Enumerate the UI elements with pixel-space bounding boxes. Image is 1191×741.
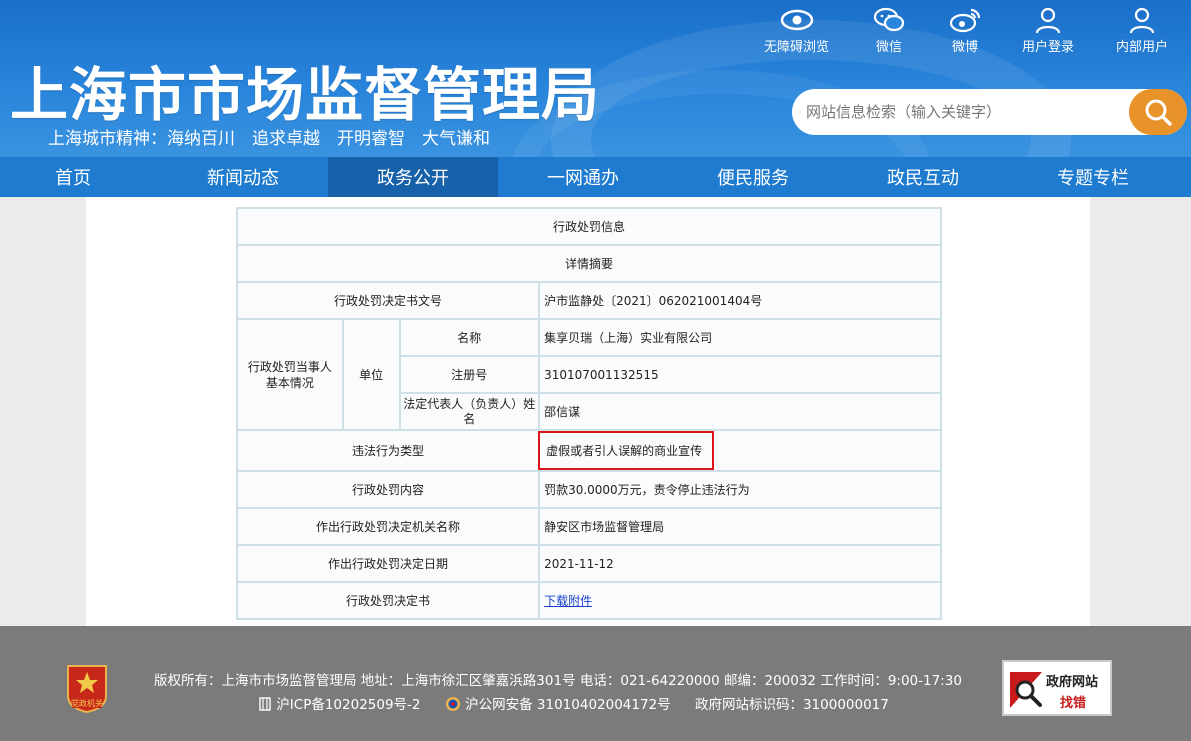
- rep-label: 法定代表人（负责人）姓名: [398, 392, 541, 431]
- doc-no-label: 行政处罚决定书文号: [235, 281, 541, 320]
- unit-label: 单位: [341, 318, 401, 431]
- table-row: 作出行政处罚决定日期 2021-11-12: [235, 544, 942, 583]
- nav-item-public-service[interactable]: 便民服务: [668, 157, 838, 197]
- weibo-icon: [948, 6, 982, 34]
- wechat-icon: [872, 6, 906, 34]
- violation-label: 违法行为类型: [235, 429, 541, 472]
- table-row: 详情摘要: [236, 244, 942, 283]
- date-label: 作出行政处罚决定日期: [235, 544, 541, 583]
- icp-text: 沪ICP备10202509号-2: [276, 697, 421, 713]
- footer-records: 沪ICP备10202509号-2 沪公网安备 31010402004172号 政…: [258, 693, 899, 713]
- nav-item-interaction[interactable]: 政民互动: [838, 157, 1008, 197]
- content-value: 罚款30.0000万元，责令停止违法行为: [538, 470, 942, 509]
- penalty-info-table: 行政处罚信息 详情摘要 行政处罚决定书文号 沪市监静处〔2021〕0620210…: [235, 207, 942, 620]
- search-icon: [1145, 99, 1172, 126]
- search-box: [792, 89, 1187, 135]
- doc-cell: 下载附件: [538, 581, 942, 620]
- city-slogan: 上海城市精神：海纳百川 追求卓越 开明睿智 大气谦和: [48, 129, 490, 149]
- party-logo-text: 党政机关: [71, 698, 103, 708]
- table-row: 作出行政处罚决定机关名称 静安区市场监督管理局: [235, 507, 942, 546]
- internal-user-label: 内部用户: [1116, 40, 1169, 55]
- internal-user-button[interactable]: 内部用户: [1116, 6, 1168, 55]
- table-row: 行政处罚决定书文号 沪市监静处〔2021〕062021001404号: [235, 281, 942, 320]
- search-input[interactable]: [806, 99, 1126, 125]
- violation-value-cell: 虚假或者引人误解的商业宣传: [538, 429, 942, 472]
- police-record[interactable]: 沪公网安备 31010402004172号: [445, 697, 685, 713]
- org-label: 作出行政处罚决定机关名称: [235, 507, 541, 546]
- accessibility-label: 无障碍浏览: [764, 40, 830, 55]
- error-badge-line1: 政府网站: [1046, 675, 1099, 690]
- name-label: 名称: [398, 318, 541, 357]
- party-emblem-icon: 党政机关: [67, 665, 107, 714]
- name-value: 集享贝瑞（上海）实业有限公司: [538, 318, 942, 357]
- table-title: 行政处罚信息: [236, 207, 942, 246]
- rep-value: 邵信谋: [538, 392, 942, 431]
- date-value: 2021-11-12: [538, 544, 942, 583]
- report-error-badge[interactable]: 政府网站 找错: [1002, 660, 1112, 716]
- table-row: 违法行为类型 虚假或者引人误解的商业宣传: [235, 429, 942, 472]
- nav-item-home[interactable]: 首页: [0, 157, 158, 197]
- top-toolbar: 无障碍浏览 微信 微博 用户登录 内部用户: [760, 6, 1191, 55]
- site-title[interactable]: 上海市市场监督管理局: [10, 48, 600, 132]
- nav-item-online-service[interactable]: 一网通办: [498, 157, 668, 197]
- site-code: 政府网站标识码：3100000017: [694, 697, 889, 713]
- user-login-button[interactable]: 用户登录: [1022, 6, 1074, 55]
- table-row: 行政处罚内容 罚款30.0000万元，责令停止违法行为: [235, 470, 942, 509]
- site-header: 上海市市场监督管理局 上海城市精神：海纳百川 追求卓越 开明睿智 大气谦和 无障…: [0, 0, 1191, 157]
- nav-item-topics[interactable]: 专题专栏: [1008, 157, 1178, 197]
- violation-value: 虚假或者引人误解的商业宣传: [538, 431, 715, 470]
- reg-value: 310107001132515: [538, 355, 942, 394]
- party-gov-logo[interactable]: 党政机关: [64, 662, 110, 714]
- wechat-label: 微信: [875, 40, 902, 55]
- org-value: 静安区市场监督管理局: [538, 507, 942, 546]
- table-row: 行政处罚当事人基本情况 单位 名称 集享贝瑞（上海）实业有限公司: [236, 318, 942, 431]
- site-footer: 党政机关 版权所有：上海市市场监督管理局 地址：上海市徐汇区肇嘉浜路301号 电…: [0, 626, 1191, 741]
- nav-item-gov-affairs[interactable]: 政务公开: [328, 157, 498, 197]
- police-text: 沪公网安备 31010402004172号: [465, 697, 671, 713]
- content-label: 行政处罚内容: [235, 470, 541, 509]
- police-badge-icon: [445, 697, 460, 711]
- weibo-button[interactable]: 微博: [948, 6, 982, 55]
- table-subtitle: 详情摘要: [236, 244, 942, 283]
- weibo-label: 微博: [951, 40, 978, 55]
- icp-icon: [259, 697, 271, 711]
- table-row: 行政处罚信息: [236, 207, 942, 246]
- eye-icon: [780, 6, 814, 34]
- wechat-button[interactable]: 微信: [872, 6, 906, 55]
- doc-no-value: 沪市监静处〔2021〕062021001404号: [538, 281, 942, 320]
- error-badge-line2: 找错: [1060, 696, 1087, 711]
- user-login-label: 用户登录: [1022, 40, 1075, 55]
- user-icon: [1031, 6, 1065, 34]
- nav-item-news[interactable]: 新闻动态: [158, 157, 328, 197]
- doc-label: 行政处罚决定书: [235, 581, 541, 620]
- table-row: 行政处罚决定书 下载附件: [235, 581, 942, 620]
- footer-copyright: 版权所有：上海市市场监督管理局 地址：上海市徐汇区肇嘉浜路301号 电话：021…: [154, 673, 962, 689]
- content-panel: 行政处罚信息 详情摘要 行政处罚决定书文号 沪市监静处〔2021〕0620210…: [86, 197, 1090, 626]
- reg-label: 注册号: [398, 355, 541, 394]
- download-attachment-link[interactable]: 下载附件: [544, 594, 592, 608]
- accessibility-button[interactable]: 无障碍浏览: [764, 6, 829, 55]
- search-button[interactable]: [1129, 89, 1187, 135]
- icp-record[interactable]: 沪ICP备10202509号-2: [258, 697, 435, 713]
- party-label: 行政处罚当事人基本情况: [236, 318, 344, 431]
- magnifier-icon: [1010, 672, 1042, 708]
- user-icon: [1125, 6, 1159, 34]
- main-nav: 首页 新闻动态 政务公开 一网通办 便民服务 政民互动 专题专栏: [0, 157, 1191, 197]
